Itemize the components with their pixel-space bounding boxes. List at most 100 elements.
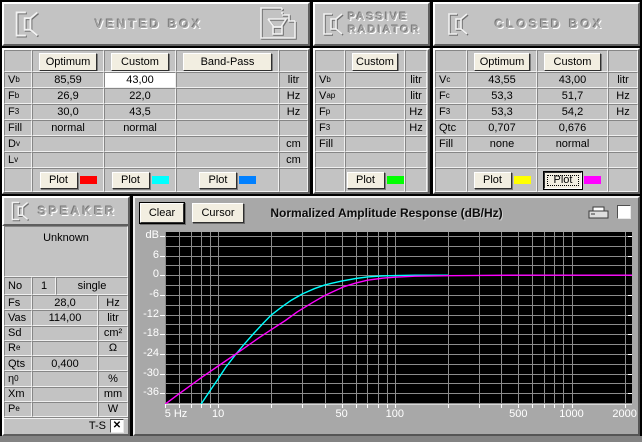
printer-icon[interactable] — [588, 206, 612, 220]
value-cell — [345, 120, 405, 136]
optimum-button[interactable]: Optimum — [39, 52, 97, 71]
unit-cell: Ω — [98, 340, 128, 356]
row-label: Fs — [4, 295, 32, 311]
ts-checkbox[interactable]: ✕ — [110, 419, 124, 433]
speaker-icon — [323, 13, 343, 35]
plot-button-cyan[interactable]: Plot — [111, 171, 150, 189]
unit-cell: Hz — [98, 295, 128, 311]
plot-button-yellow[interactable]: Plot — [473, 171, 512, 189]
unit-cell — [405, 152, 427, 168]
value-cell — [345, 136, 405, 152]
value-cell[interactable] — [32, 371, 98, 387]
units-header-cell — [608, 50, 638, 72]
custom-button[interactable]: Custom — [111, 52, 169, 71]
row-label: Re — [4, 340, 32, 356]
row-label: Pe — [4, 401, 32, 417]
value-cell[interactable] — [32, 386, 98, 402]
optimum-button[interactable]: Optimum — [474, 52, 530, 71]
y-axis-tick — [160, 334, 165, 336]
value-cell[interactable]: 0,400 — [32, 356, 98, 372]
row-label: Fill — [435, 136, 467, 152]
value-cell: 85,59 — [32, 72, 104, 88]
row-label: Vc — [435, 72, 467, 88]
custom-button[interactable]: Custom — [352, 52, 398, 71]
value-cell[interactable] — [32, 340, 98, 356]
value-cell — [537, 152, 608, 168]
bottom-sections: SPEAKER Unknown No 1 single Fs 28,0 Hz Vas 1… — [0, 196, 642, 436]
custom-value-input[interactable]: 43,00 — [104, 72, 176, 88]
plot-row-cell: Plot — [345, 168, 405, 192]
unit-cell: litr — [279, 72, 308, 88]
passive-radiator-section: PASSIVE RADIATOR Custom Vb litr Vap litr Fp Hz… — [313, 2, 430, 194]
plot-button-magenta[interactable]: Plot — [544, 171, 582, 189]
column-header-cell: Custom — [104, 50, 176, 72]
unit-cell: Hz — [279, 104, 308, 120]
custom-button[interactable]: Custom — [544, 52, 601, 71]
ts-parameters-row: T-S ✕ — [4, 417, 128, 434]
unit-cell — [608, 120, 638, 136]
passive-radiator-table: Custom Vb litr Vap litr Fp Hz F 3 Hz Fill Plot — [313, 48, 430, 194]
plot-button-group: Plot — [538, 171, 607, 189]
y-axis-tick — [160, 353, 165, 355]
unit-cell — [279, 120, 308, 136]
plot-area[interactable] — [164, 232, 632, 405]
plot-button-green[interactable]: Plot — [346, 171, 385, 189]
unit-cell — [405, 136, 427, 152]
window-bottom-edge — [0, 436, 642, 442]
y-axis-tick — [160, 275, 165, 277]
y-axis-label: -36 — [143, 386, 159, 399]
x-axis-tick — [191, 404, 192, 408]
row-label: Fc — [435, 88, 467, 104]
y-axis-tick — [160, 255, 165, 257]
plot-button-group: Plot — [468, 171, 536, 189]
cursor-button[interactable]: Cursor — [192, 203, 244, 223]
unit-cell: Hz — [279, 88, 308, 104]
value-cell[interactable]: 114,00 — [32, 310, 98, 326]
chart-section: Clear Cursor Normalized Amplitude Respon… — [133, 196, 640, 436]
plot-row-cell: Plot — [537, 168, 608, 192]
section-title-line2: RADIATOR — [348, 24, 422, 36]
plot-button-blue[interactable]: Plot — [199, 171, 237, 189]
value-cell: 0,707 — [467, 120, 537, 136]
section-title-line1: PASSIVE — [348, 11, 409, 23]
plot-row-cell: Plot — [176, 168, 279, 192]
y-axis-tick — [160, 314, 165, 316]
speaker-icon — [448, 13, 468, 35]
y-axis-label: 6 — [152, 248, 159, 261]
y-axis-label: -12 — [143, 307, 159, 320]
value-cell — [345, 72, 405, 88]
plot-button-group: Plot — [105, 171, 175, 189]
vented-box-diagram-icon — [260, 7, 296, 39]
row-label: Vap — [315, 88, 345, 104]
value-cell: 0,676 — [537, 120, 608, 136]
x-axis-label: 1000 — [559, 408, 584, 420]
row-label: F3 — [435, 104, 467, 120]
value-cell[interactable] — [32, 325, 98, 341]
driver-number[interactable]: 1 — [32, 277, 56, 295]
ts-label: T-S — [88, 420, 106, 432]
driver-name[interactable]: Unknown — [4, 226, 128, 277]
unit-cell: W — [98, 401, 128, 417]
x-axis-tick — [532, 404, 533, 408]
value-cell: 43,5 — [104, 104, 176, 120]
row-label: Dv — [4, 136, 32, 152]
value-cell[interactable]: 28,0 — [32, 295, 98, 311]
value-cell[interactable] — [32, 401, 98, 417]
driver-mode[interactable]: single — [56, 277, 128, 295]
units-header-cell — [405, 50, 427, 72]
plot-button-red[interactable]: Plot — [39, 171, 78, 189]
clear-button[interactable]: Clear — [140, 203, 184, 223]
value-cell: 43,00 — [537, 72, 608, 88]
plot-color-swatch-red — [79, 176, 97, 184]
unit-cell: mm — [98, 386, 128, 402]
x-axis-label: 2000 — [612, 408, 637, 420]
band-pass-button[interactable]: Band-Pass — [183, 52, 272, 71]
column-header-cell: Band-Pass — [176, 50, 279, 72]
y-axis-label: -24 — [143, 346, 159, 359]
unit-cell: Hz — [405, 104, 427, 120]
chart-option-checkbox[interactable] — [617, 205, 631, 219]
plot-row-cell: Plot — [467, 168, 537, 192]
x-axis-tick — [448, 404, 449, 408]
unit-cell: litr — [405, 88, 427, 104]
row-label: Fill — [315, 136, 345, 152]
